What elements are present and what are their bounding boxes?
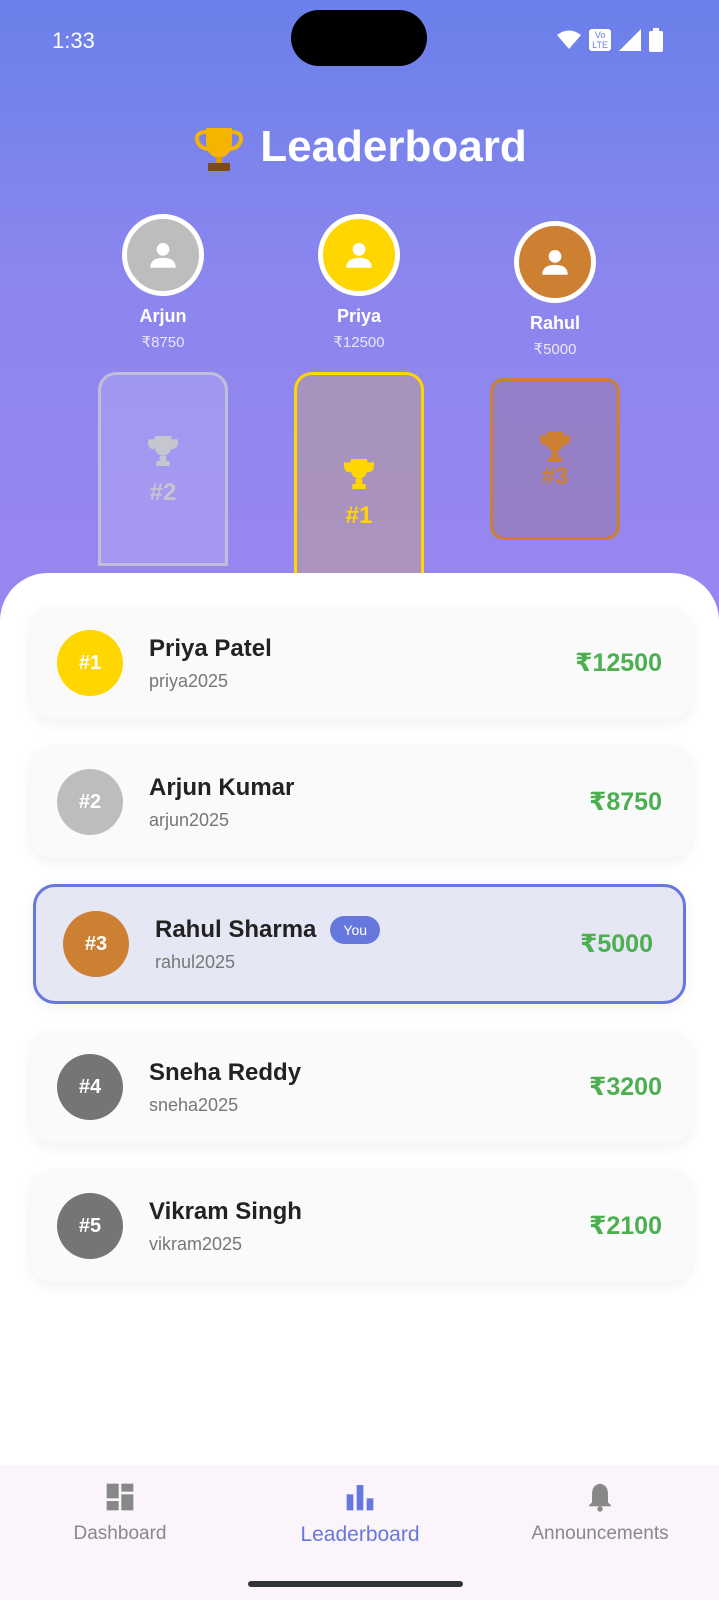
volte-icon: Vo LTE: [589, 29, 611, 51]
nav-label: Dashboard: [73, 1523, 167, 1544]
rank-badge: #1: [57, 630, 123, 696]
leaderboard-row[interactable]: #2 Arjun Kumar arjun2025 ₹8750: [30, 746, 692, 858]
user-amount: ₹3200: [588, 1073, 662, 1101]
leaderboard-icon: [346, 1485, 374, 1511]
nav-announcements[interactable]: Announcements: [520, 1481, 680, 1545]
trophy-icon: [148, 436, 178, 466]
avatar: [514, 221, 596, 303]
podium-second: Arjun ₹8750: [93, 214, 233, 351]
podium-score: ₹12500: [333, 334, 385, 351]
user-name: Vikram Singh: [149, 1197, 302, 1225]
user-name: Sneha Reddy: [149, 1058, 302, 1086]
leaderboard-row[interactable]: #4 Sneha Reddy sneha2025 ₹3200: [30, 1031, 692, 1143]
dashboard-icon: [106, 1483, 134, 1511]
trophy-icon: [344, 459, 374, 489]
user-handle: vikram2025: [149, 1233, 243, 1254]
user-name: Arjun Kumar: [149, 773, 295, 801]
user-amount: ₹8750: [588, 788, 662, 816]
podium-name: Arjun: [139, 306, 187, 326]
person-icon: [150, 242, 176, 268]
rank-badge: #3: [63, 911, 129, 977]
nav-dashboard[interactable]: Dashboard: [60, 1481, 180, 1545]
rank-badge: #4: [57, 1054, 123, 1120]
user-handle: arjun2025: [149, 809, 230, 830]
podium-rank: #1: [345, 502, 373, 529]
you-badge: You: [330, 915, 381, 944]
podium-rank: #3: [541, 463, 569, 490]
podium-block-second: #2: [98, 372, 228, 566]
podium-first: Priya ₹12500: [289, 214, 429, 351]
user-amount: ₹2100: [588, 1212, 662, 1240]
status-time: 1:33: [52, 28, 95, 53]
leaderboard-row-current-user[interactable]: #3 Rahul Sharma You rahul2025 ₹5000: [33, 884, 686, 1004]
bell-icon: [589, 1483, 611, 1512]
status-icons: Vo LTE: [557, 28, 663, 52]
nav-leaderboard[interactable]: Leaderboard: [290, 1481, 430, 1547]
rank-badge: #2: [57, 769, 123, 835]
user-name: Priya Patel: [149, 634, 272, 662]
podium-third: Rahul ₹5000: [485, 221, 625, 358]
user-name: Rahul Sharma: [155, 915, 317, 943]
home-indicator: [248, 1581, 463, 1587]
nav-label: Announcements: [531, 1523, 669, 1544]
signal-icon: [619, 29, 641, 51]
podium-score: ₹5000: [533, 341, 577, 358]
leaderboard-row[interactable]: #5 Vikram Singh vikram2025 ₹2100: [30, 1170, 692, 1282]
podium-block-third: #3: [490, 378, 620, 540]
user-amount: ₹12500: [575, 649, 662, 677]
podium-name: Priya: [336, 306, 382, 326]
user-amount: ₹5000: [579, 930, 653, 958]
nav-label: Leaderboard: [300, 1523, 420, 1546]
wifi-icon: [557, 30, 582, 49]
page-title: Leaderboard: [260, 122, 527, 171]
avatar: [318, 214, 400, 296]
person-icon: [346, 242, 372, 268]
leaderboard-row[interactable]: #1 Priya Patel priya2025 ₹12500: [30, 607, 692, 719]
camera-notch: [291, 10, 427, 66]
user-handle: sneha2025: [149, 1094, 239, 1115]
user-handle: priya2025: [149, 670, 229, 691]
user-handle: rahul2025: [155, 951, 236, 972]
leaderboard-header-background: 1:33 Vo LTE Leaderboard Arjun ₹8750 #2 P…: [0, 0, 719, 620]
bottom-navigation: Dashboard Leaderboard Announcements: [0, 1465, 719, 1600]
trophy-icon: [540, 432, 570, 462]
avatar: [122, 214, 204, 296]
person-icon: [542, 249, 568, 275]
rank-badge: #5: [57, 1193, 123, 1259]
podium-rank: #2: [149, 479, 177, 506]
podium-name: Rahul: [529, 313, 580, 333]
podium-score: ₹8750: [141, 334, 185, 351]
trophy-icon: [195, 128, 244, 171]
battery-icon: [649, 28, 663, 52]
